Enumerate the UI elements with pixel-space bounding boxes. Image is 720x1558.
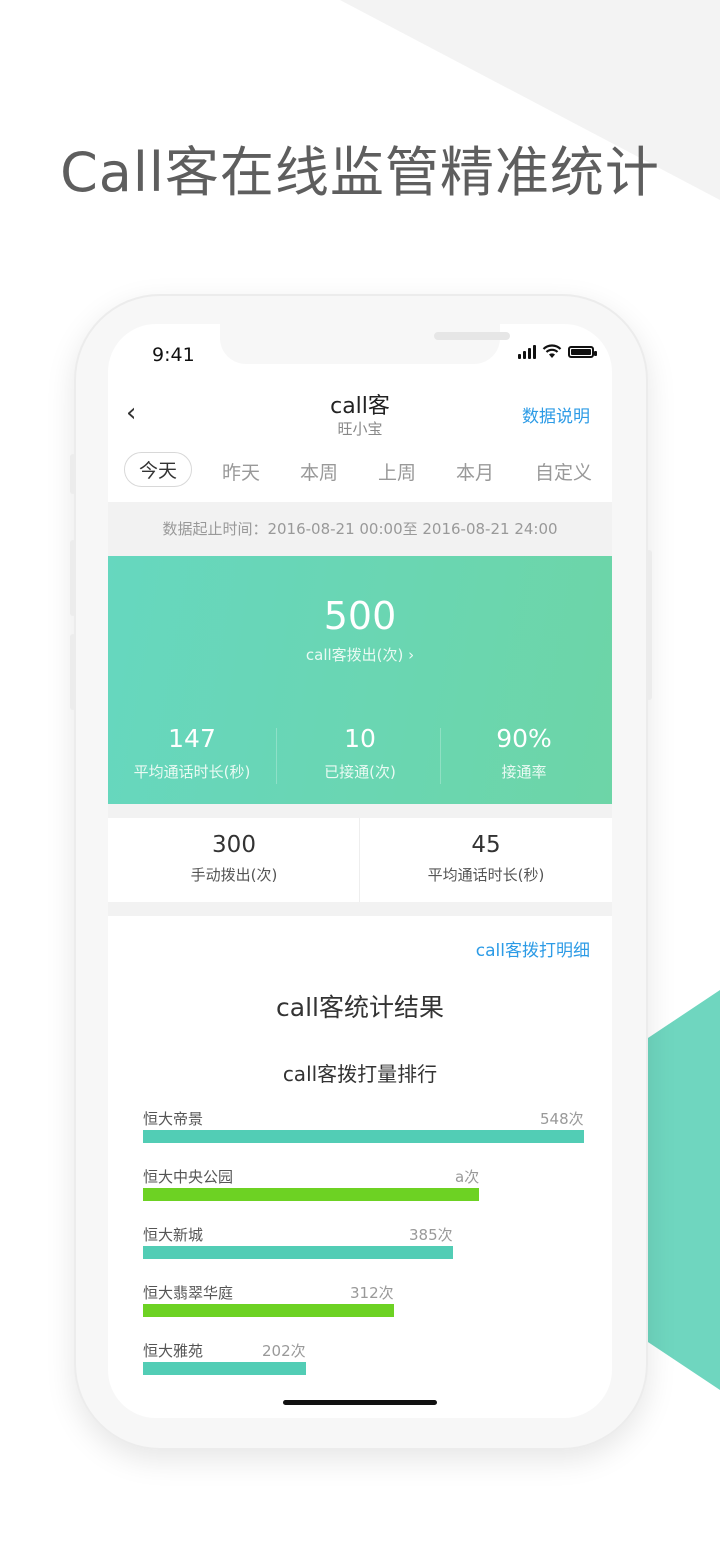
chart-title: call客拨打量排行 [282,1062,438,1086]
screen-notch [220,324,510,364]
connect-rate-label: 接通率 [501,763,547,781]
ranking-value-label: a次 [455,1168,480,1186]
manual-calls-label: 手动拨出(次) [190,866,278,884]
manual-calls-value: 300 [212,832,256,858]
connect-rate-value: 90% [496,724,552,753]
section-title: call客统计结果 [276,993,444,1022]
ranking-row: 恒大帝景 548次 [143,1108,585,1158]
secondary-stats: 300 手动拨出(次) 45 平均通话时长(秒) [108,818,612,902]
cellular-signal-icon [518,344,536,359]
phone-power-button [646,550,652,700]
navigation-bar: ‹ call客 旺小宝 数据说明 [108,384,612,444]
ranking-row: 恒大翡翠华庭 312次 [143,1282,585,1332]
status-icons [518,344,597,359]
ranking-value-label: 202次 [262,1342,306,1360]
tab-this-week[interactable]: 本周 [300,458,338,485]
promo-headline: Call客在线监管精准统计 [60,141,660,204]
ranking-category-label: 恒大雅苑 [143,1342,204,1360]
manual-avg-duration-label: 平均通话时长(秒) [427,866,545,884]
manual-avg-duration-value: 45 [471,832,501,858]
summary-hero: 500 call客拨出(次) › 147 平均通话时长(秒) 10 已接通(次)… [108,556,612,804]
phone-volume-up-button [70,540,76,616]
ranking-row: 恒大中央公园 a次 [143,1166,585,1216]
avg-duration-value: 147 [168,724,216,753]
manual-avg-duration-stat: 45 平均通话时长(秒) [360,832,612,885]
call-detail-link[interactable]: call客拨打明细 [476,936,590,961]
speaker-grill [434,332,510,340]
ranking-bar [143,1362,306,1375]
ranking-row: 恒大雅苑 202次 [143,1340,585,1390]
connected-stat: 10 已接通(次) [276,724,444,782]
ranking-bar [143,1188,479,1201]
home-indicator[interactable] [283,1400,437,1405]
status-time: 9:41 [152,344,195,366]
ranking-bar [143,1246,453,1259]
ranking-bar [143,1304,394,1317]
section-gap [108,804,612,818]
ranking-category-label: 恒大新城 [143,1226,204,1244]
tab-today[interactable]: 今天 [124,452,193,487]
date-range-tabs: 今天 昨天 本周 上周 本月 自定义 [108,448,612,498]
total-calls-value: 500 [323,594,397,638]
ranking-row: 恒大新城 385次 [143,1224,585,1274]
connect-rate-stat: 90% 接通率 [440,724,608,782]
tab-this-month[interactable]: 本月 [456,458,494,485]
phone-mute-button [70,454,76,494]
avg-duration-label: 平均通话时长(秒) [133,763,251,781]
total-calls-link[interactable]: call客拨出(次) › [108,644,612,665]
ranking-value-label: 312次 [350,1284,394,1302]
connected-value: 10 [344,724,376,753]
battery-icon [568,345,597,358]
ranking-bar [143,1130,584,1143]
data-explanation-link[interactable]: 数据说明 [522,402,590,427]
ranking-category-label: 恒大翡翠华庭 [143,1284,234,1302]
section-gap [108,902,612,916]
wifi-icon [542,344,562,358]
manual-calls-stat: 300 手动拨出(次) [108,832,360,885]
avg-duration-stat: 147 平均通话时长(秒) [108,724,276,782]
connected-label: 已接通(次) [324,763,396,781]
tab-custom[interactable]: 自定义 [535,458,592,485]
ranking-category-label: 恒大中央公园 [143,1168,234,1186]
phone-screen: 9:41 ‹ call客 旺小宝 数据说明 今天 昨天 本周 上周 本月 自定义… [108,324,612,1418]
ranking-value-label: 548次 [540,1110,584,1128]
ranking-value-label: 385次 [409,1226,453,1244]
tab-last-week[interactable]: 上周 [378,458,416,485]
ranking-category-label: 恒大帝景 [143,1110,204,1128]
phone-volume-down-button [70,634,76,710]
tab-yesterday[interactable]: 昨天 [222,458,260,485]
date-range-info: 数据起止时间：2016-08-21 00:00至 2016-08-21 24:0… [108,502,612,556]
